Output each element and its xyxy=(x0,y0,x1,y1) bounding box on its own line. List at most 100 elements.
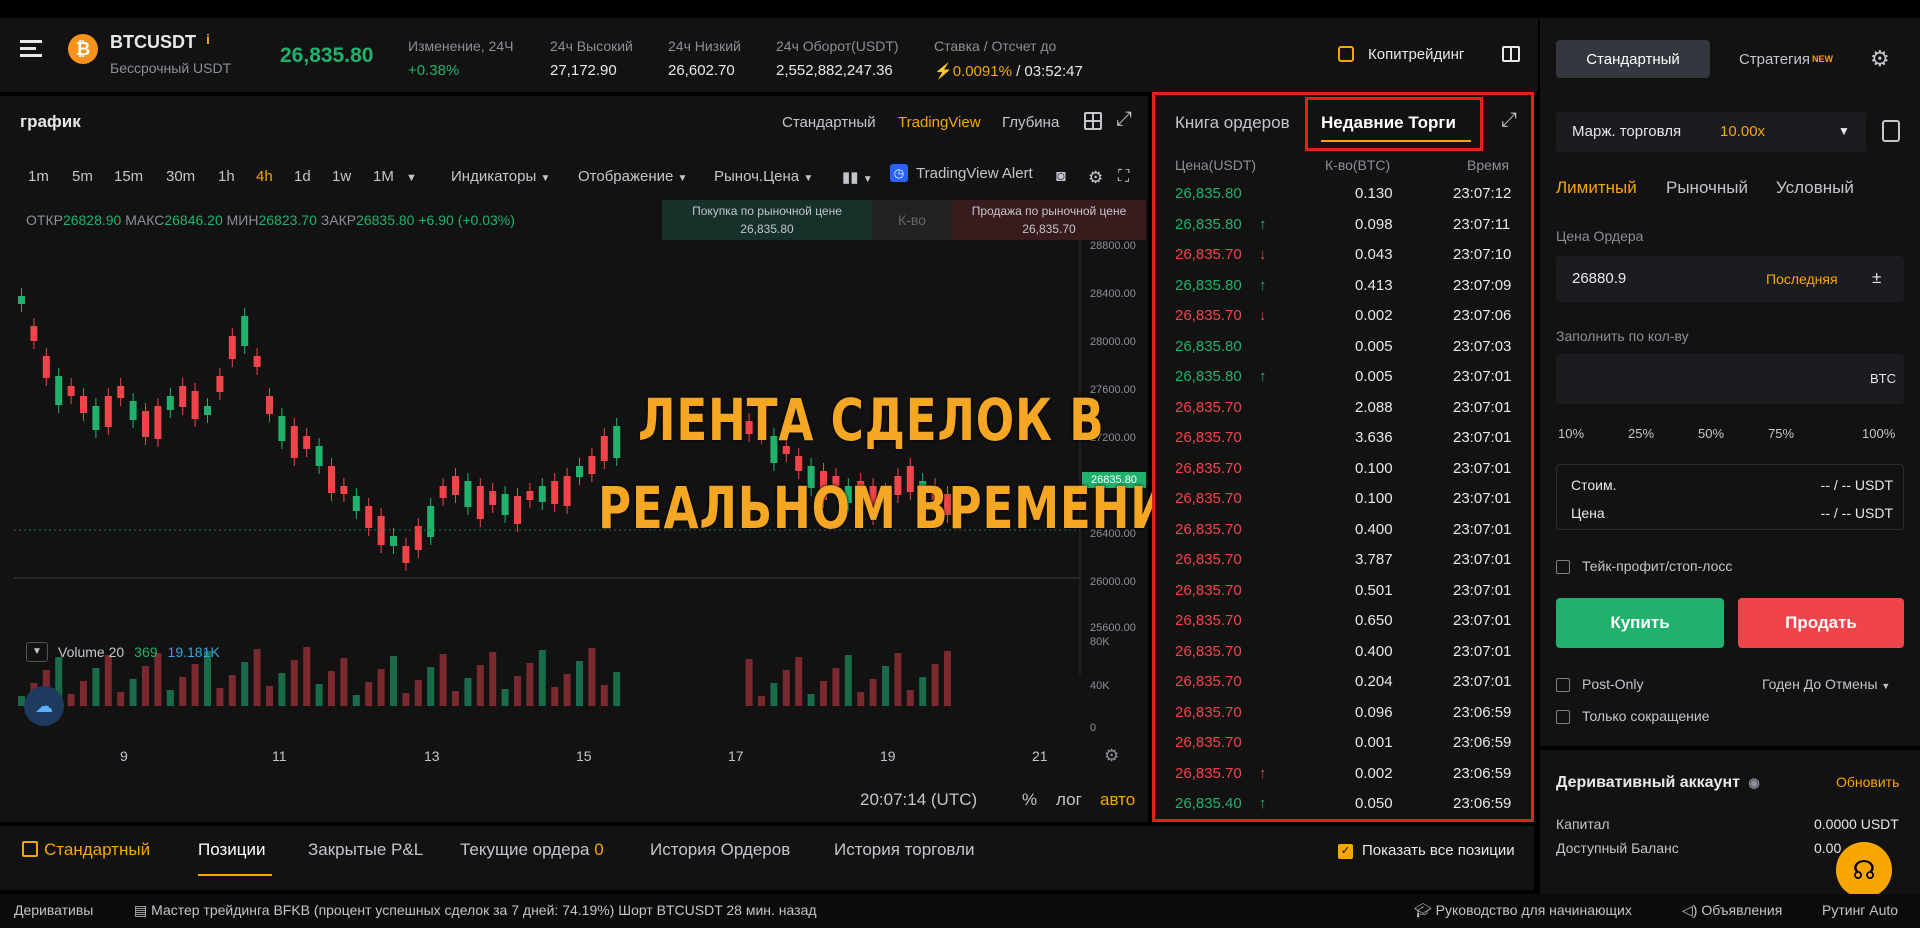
view-standard[interactable]: Стандартный xyxy=(782,114,876,131)
tab-recent-trades[interactable]: Недавние Торги xyxy=(1321,113,1456,133)
plus-minus-icon[interactable]: ± xyxy=(1872,268,1881,288)
eye-icon[interactable]: ◉ xyxy=(1748,775,1759,790)
tf-1M[interactable]: 1M xyxy=(373,168,394,185)
layout-icon[interactable] xyxy=(1502,46,1520,62)
tab-standard[interactable]: Стандартный xyxy=(1556,40,1710,78)
percent-10[interactable]: 10% xyxy=(1558,426,1584,441)
last-price-button[interactable]: Последняя xyxy=(1766,271,1838,287)
percent-100[interactable]: 100% xyxy=(1862,426,1895,441)
refresh-link[interactable]: Обновить xyxy=(1836,774,1899,790)
percent-slider[interactable]: 10% 25% 50% 75% 100% xyxy=(1556,420,1904,446)
expand-icon[interactable]: ⤢ xyxy=(1116,108,1132,131)
price2-value: -- / -- USDT xyxy=(1820,505,1893,521)
trade-arrow-icon: ↑ xyxy=(1259,368,1267,385)
tf-15m[interactable]: 15m xyxy=(114,168,143,185)
caret-down-icon: ▼ xyxy=(677,173,688,184)
trade-time: 23:06:59 xyxy=(1453,734,1512,751)
tf-1w[interactable]: 1w xyxy=(332,168,351,185)
tf-1m[interactable]: 1m xyxy=(28,168,49,185)
info-icon[interactable]: i xyxy=(206,31,210,47)
volume-bar xyxy=(600,685,608,706)
cost-value: -- / -- USDT xyxy=(1820,477,1893,493)
trade-price: 26,835.70 xyxy=(1175,246,1242,263)
tf-1d[interactable]: 1d xyxy=(294,168,311,185)
camera-icon[interactable]: ◙ xyxy=(1056,168,1066,186)
tab-open-orders[interactable]: Текущие ордера 0 xyxy=(460,840,604,860)
footer-news-label: Объявления xyxy=(1701,902,1783,918)
tab-positions[interactable]: Позиции xyxy=(198,840,266,860)
volume-bar xyxy=(613,672,621,706)
view-depth[interactable]: Глубина xyxy=(1002,114,1059,131)
volume-bar xyxy=(770,683,778,706)
tf-more-icon[interactable]: ▼ xyxy=(406,172,417,184)
percent-50[interactable]: 50% xyxy=(1698,426,1724,441)
price-tick: 26000.00 xyxy=(1090,576,1136,588)
copytrading-link[interactable]: Копитрейдинг xyxy=(1368,46,1464,63)
tradingview-alert-button[interactable]: ◷ TradingView Alert xyxy=(890,164,1033,182)
show-all-checkbox[interactable]: ✓ xyxy=(1338,844,1353,859)
margin-mode-select[interactable]: Марж. торговля 10.00x ▼ xyxy=(1556,112,1866,152)
tf-5m[interactable]: 5m xyxy=(72,168,93,185)
indicators-menu[interactable]: Индикаторы ▼ xyxy=(451,168,550,185)
menu-icon[interactable] xyxy=(20,40,42,58)
view-tradingview[interactable]: TradingView xyxy=(898,114,981,131)
calculator-icon[interactable] xyxy=(1882,120,1900,142)
settings-icon[interactable]: ⚙ xyxy=(1870,46,1890,72)
candle-type-icon[interactable]: ▮▮ ▼ xyxy=(842,168,873,186)
tf-30m[interactable]: 30m xyxy=(166,168,195,185)
tab-trade-history[interactable]: История торговли xyxy=(834,840,975,860)
footer-routing[interactable]: Рутинг Auto xyxy=(1822,902,1898,918)
stat-change-value: +0.38% xyxy=(408,62,460,79)
axis-settings-icon[interactable]: ⚙ xyxy=(1104,746,1119,766)
grid-icon[interactable] xyxy=(1084,112,1102,130)
tpsl-checkbox[interactable] xyxy=(1556,560,1570,574)
quick-qty-input[interactable]: К-во xyxy=(872,200,952,240)
scale-percent[interactable]: % xyxy=(1022,790,1037,810)
price-type-menu[interactable]: Рыноч.Цена ▼ xyxy=(714,168,813,185)
footer-derivatives[interactable]: Деривативы xyxy=(14,902,93,918)
display-menu[interactable]: Отображение ▼ xyxy=(578,168,687,185)
trade-row: 26,835.70 0.400 23:07:01 xyxy=(1155,521,1531,543)
buy-button[interactable]: Купить xyxy=(1556,598,1724,648)
percent-75[interactable]: 75% xyxy=(1768,426,1794,441)
scale-auto[interactable]: авто xyxy=(1100,790,1135,810)
sell-button[interactable]: Продать xyxy=(1738,598,1904,648)
low-label: МИН xyxy=(226,212,259,228)
reduce-only-checkbox[interactable] xyxy=(1556,710,1570,724)
footer-news[interactable]: ◁) Объявления xyxy=(1682,902,1782,919)
order-type-market[interactable]: Рыночный xyxy=(1666,178,1748,198)
trade-row: 26,835.70 ↓ 0.043 23:07:10 xyxy=(1155,246,1531,268)
quick-sell-button[interactable]: Продажа по рыночной цене 26,835.70 xyxy=(952,200,1146,240)
tradingview-logo-icon[interactable]: ☁ xyxy=(24,686,64,726)
standard-tab[interactable]: Стандартный xyxy=(22,840,150,860)
tif-select[interactable]: Годен До Отмены ▼ xyxy=(1762,676,1890,692)
quick-buy-button[interactable]: Покупка по рыночной цене 26,835.80 xyxy=(662,200,872,240)
scale-log[interactable]: лог xyxy=(1056,790,1082,810)
tab-positions-underline xyxy=(198,874,272,876)
volume-bar xyxy=(377,669,385,706)
tf-1h[interactable]: 1h xyxy=(218,168,235,185)
symbol-name[interactable]: BTCUSDT xyxy=(110,32,196,53)
qty-input[interactable]: BTC xyxy=(1556,354,1904,404)
collapse-icon[interactable]: ▼ xyxy=(26,642,48,662)
footer-guide[interactable]: 🎓︎ Руководство для начинающих xyxy=(1414,902,1632,919)
order-type-conditional[interactable]: Условный xyxy=(1776,178,1854,198)
trade-time: 23:07:11 xyxy=(1453,215,1511,233)
tf-4h[interactable]: 4h xyxy=(256,168,273,185)
expand-icon[interactable]: ⤢ xyxy=(1501,109,1517,132)
percent-25[interactable]: 25% xyxy=(1628,426,1654,441)
tab-closed-pnl[interactable]: Закрытые P&L xyxy=(308,840,423,860)
chart-box-icon xyxy=(22,841,38,857)
settings-icon[interactable]: ⚙ xyxy=(1088,168,1103,188)
fullscreen-icon[interactable]: ⛶ xyxy=(1118,168,1129,186)
tab-order-history[interactable]: История Ордеров xyxy=(650,840,790,860)
order-type-limit[interactable]: Лимитный xyxy=(1556,178,1637,198)
tab-strategy[interactable]: Стратегия NEW xyxy=(1716,40,1856,78)
trade-row: 26,835.70 ↓ 0.002 23:07:06 xyxy=(1155,307,1531,329)
tab-order-book[interactable]: Книга ордеров xyxy=(1175,113,1290,133)
qty-label: Заполнить по кол-ву xyxy=(1556,328,1689,344)
price-tick: 28000.00 xyxy=(1090,336,1136,348)
order-price-input[interactable]: 26880.9 Последняя ± xyxy=(1556,256,1904,302)
support-chat-icon[interactable]: ☊ xyxy=(1836,842,1892,898)
post-only-checkbox[interactable] xyxy=(1556,678,1570,692)
